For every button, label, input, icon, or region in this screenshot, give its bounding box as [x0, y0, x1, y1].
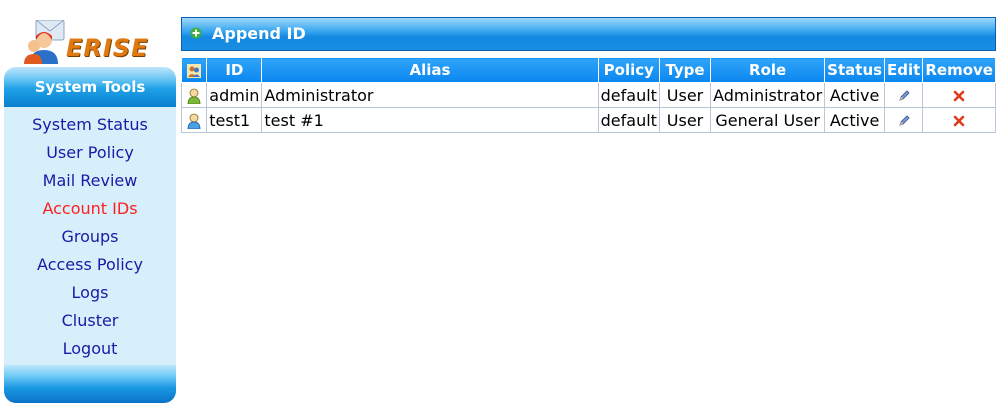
cell-policy: default: [597, 82, 660, 108]
erise-logo: ERISE: [20, 6, 160, 64]
cell-id[interactable]: test1: [206, 107, 263, 133]
delete-x-icon[interactable]: [953, 115, 965, 127]
table-row: test1 test #1 default User General User …: [180, 107, 996, 133]
header-alias[interactable]: Alias: [261, 57, 599, 83]
cell-status: Active: [824, 107, 886, 133]
sidebar-item-system-status[interactable]: System Status: [4, 111, 176, 139]
header-edit: Edit: [884, 57, 924, 83]
sidebar-item-groups[interactable]: Groups: [4, 223, 176, 251]
header-policy[interactable]: Policy: [597, 57, 660, 83]
sidebar-item-mail-review[interactable]: Mail Review: [4, 167, 176, 195]
cell-id[interactable]: admin: [206, 82, 263, 108]
remove-cell[interactable]: [922, 107, 996, 133]
sidebar-item-logs[interactable]: Logs: [4, 279, 176, 307]
users-logo-icon: [24, 20, 65, 64]
delete-x-icon[interactable]: [953, 90, 965, 102]
users-header-icon: [187, 63, 202, 78]
sidebar-item-account-ids[interactable]: Account IDs: [4, 195, 176, 223]
cell-policy: default: [597, 107, 660, 133]
edit-cell[interactable]: [884, 107, 924, 133]
logo-text: ERISE: [66, 34, 149, 62]
table-row: admin Administrator default User Adminis…: [180, 82, 996, 108]
sidebar-item-access-policy[interactable]: Access Policy: [4, 251, 176, 279]
plus-icon: [190, 27, 202, 39]
sidebar-menu: System Status User Policy Mail Review Ac…: [4, 107, 176, 365]
sidebar-item-cluster[interactable]: Cluster: [4, 307, 176, 335]
append-id-label: Append ID: [212, 24, 306, 43]
user-green-icon: [187, 88, 201, 104]
edit-cell[interactable]: [884, 82, 924, 108]
cell-type: User: [658, 82, 712, 108]
header-status[interactable]: Status: [824, 57, 886, 83]
remove-cell[interactable]: [922, 82, 996, 108]
header-select-all[interactable]: [180, 57, 208, 83]
user-icon-cell: [180, 82, 208, 108]
header-id[interactable]: ID: [206, 57, 263, 83]
sidebar-item-logout[interactable]: Logout: [4, 335, 176, 363]
user-blue-icon: [187, 113, 201, 129]
cell-type: User: [658, 107, 712, 133]
header-role[interactable]: Role: [710, 57, 826, 83]
append-id-button[interactable]: Append ID: [181, 17, 996, 51]
pencil-icon[interactable]: [898, 90, 910, 102]
user-icon-cell: [180, 107, 208, 133]
sidebar-item-user-policy[interactable]: User Policy: [4, 139, 176, 167]
sidebar: System Tools System Status User Policy M…: [4, 67, 176, 403]
cell-status: Active: [824, 82, 886, 108]
account-ids-table: ID Alias Policy Type Role Status Edit Re…: [180, 57, 996, 133]
pencil-icon[interactable]: [898, 115, 910, 127]
cell-alias: Administrator: [261, 82, 599, 108]
header-type[interactable]: Type: [658, 57, 712, 83]
header-remove: Remove: [922, 57, 996, 83]
cell-role: Administrator: [710, 82, 826, 108]
cell-role: General User: [710, 107, 826, 133]
sidebar-title: System Tools: [4, 67, 176, 107]
cell-alias: test #1: [261, 107, 599, 133]
table-header-row: ID Alias Policy Type Role Status Edit Re…: [180, 57, 996, 83]
sidebar-footer: [4, 365, 176, 403]
